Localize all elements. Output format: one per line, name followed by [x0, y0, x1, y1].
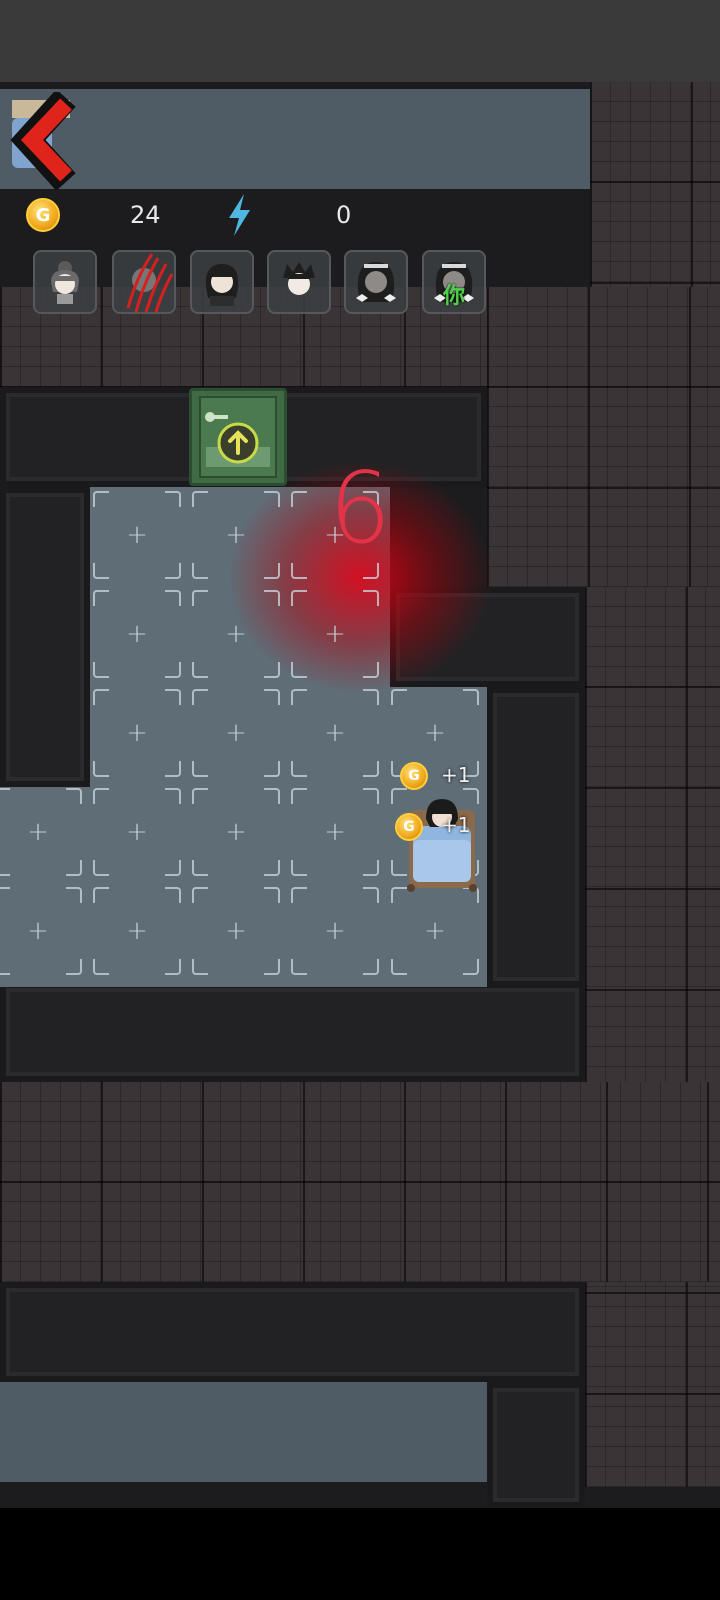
portrait-girl-ribbons[interactable]: [344, 250, 408, 314]
coin-count: 24: [130, 201, 161, 229]
plus-icon: +: [126, 916, 148, 946]
system-status-bar: [0, 0, 720, 82]
wall-corridor: [0, 1282, 585, 1382]
build-slot[interactable]: +: [189, 686, 283, 780]
upgrade-door[interactable]: [189, 388, 287, 486]
income-indicator: +1: [441, 763, 471, 787]
girl-with-bun-icon: [51, 261, 79, 304]
income-indicator: +1: [441, 813, 471, 837]
build-slot[interactable]: +: [0, 785, 85, 879]
girl-with-ribbons-icon: [356, 262, 396, 302]
back-button[interactable]: [0, 89, 98, 191]
build-slot[interactable]: +: [189, 488, 283, 582]
navigation-bar: [0, 1508, 720, 1600]
energy-count: 0: [336, 201, 352, 229]
gold-coin-icon: G: [395, 813, 423, 841]
plus-icon: +: [324, 817, 346, 847]
plus-icon: +: [225, 718, 247, 748]
plus-icon: +: [424, 916, 446, 946]
gold-coin-icon: G: [26, 198, 60, 232]
brick-floor-area: [590, 82, 720, 287]
build-slot[interactable]: +: [90, 884, 184, 978]
portrait-dark-hair-girl[interactable]: [190, 250, 254, 314]
red-back-arrow-icon: [8, 89, 76, 191]
dark-haired-girl-icon: [205, 264, 239, 306]
plus-icon: +: [324, 916, 346, 946]
you-label: 你: [442, 284, 465, 309]
upgrade-arrow-door-icon: [199, 396, 277, 478]
build-slot[interactable]: +: [189, 587, 283, 681]
wall-corridor: [487, 687, 585, 987]
plus-icon: +: [126, 817, 148, 847]
build-slot[interactable]: +: [288, 587, 382, 681]
lightning-bolt-icon: [226, 194, 252, 236]
plus-icon: +: [324, 619, 346, 649]
build-slot[interactable]: +: [90, 785, 184, 879]
build-slot[interactable]: +: [90, 686, 184, 780]
plus-icon: +: [27, 916, 49, 946]
portrait-boy-spiky[interactable]: [267, 250, 331, 314]
gold-coin-icon: G: [400, 762, 428, 790]
build-slot[interactable]: +: [189, 785, 283, 879]
plus-icon: +: [324, 718, 346, 748]
build-slot[interactable]: +: [90, 587, 184, 681]
portrait-girl-bun[interactable]: [33, 250, 97, 314]
build-slot[interactable]: +: [90, 488, 184, 582]
plus-icon: +: [225, 520, 247, 550]
plus-icon: +: [126, 718, 148, 748]
build-slot[interactable]: +: [288, 785, 382, 879]
ghost-with-claw-marks-icon: [126, 253, 174, 312]
portrait-girl-ribbons-selected[interactable]: 你: [422, 250, 486, 314]
bottom-room: [0, 1382, 487, 1482]
build-slot[interactable]: +: [388, 884, 482, 978]
plus-icon: +: [126, 619, 148, 649]
wall-corridor: [487, 1382, 585, 1508]
plus-icon: +: [126, 520, 148, 550]
plus-icon: +: [225, 817, 247, 847]
danger-countdown: 6: [328, 452, 392, 566]
brick-floor-area: [585, 587, 720, 1487]
plus-icon: +: [27, 817, 49, 847]
build-slot[interactable]: +: [0, 884, 85, 978]
build-slot[interactable]: +: [288, 686, 382, 780]
brick-floor-area: [0, 1082, 720, 1282]
plus-icon: +: [225, 916, 247, 946]
wall-corridor: [0, 487, 90, 787]
portrait-ghost-clawed[interactable]: [112, 250, 176, 314]
wall-corridor: [0, 982, 585, 1082]
build-slot[interactable]: +: [189, 884, 283, 978]
plus-icon: +: [225, 619, 247, 649]
build-slot[interactable]: +: [288, 884, 382, 978]
spiky-haired-boy-icon: [283, 262, 315, 295]
hud-panel: G 24 0 你: [0, 186, 600, 316]
